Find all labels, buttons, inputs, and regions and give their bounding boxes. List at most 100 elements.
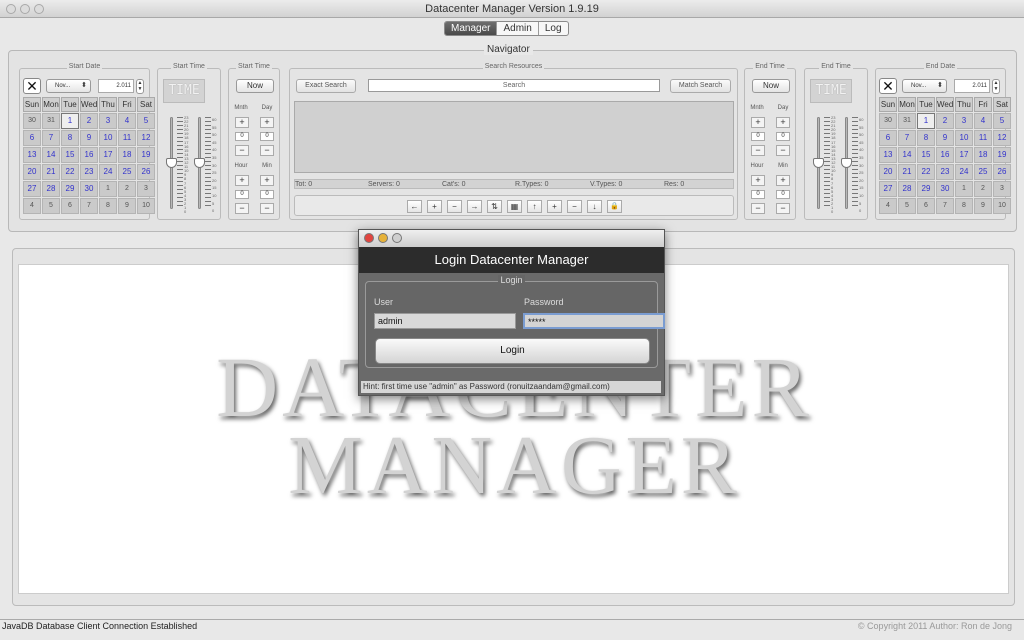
end-hour-minus[interactable]: − [751,203,765,214]
calendar-day[interactable]: 10 [993,198,1011,214]
end-mnth-minus[interactable]: − [751,145,765,156]
calendar-day[interactable]: 26 [137,164,155,180]
tab-admin[interactable]: Admin [497,22,539,35]
calendar-day[interactable]: 6 [879,130,897,146]
end-day-field[interactable]: 0 [776,132,790,141]
arrow-down-icon[interactable]: ↓ [587,200,602,213]
swap-icon[interactable]: ⇅ [487,200,502,213]
end-year-field[interactable]: 2.011 [954,79,990,93]
exact-search-button[interactable]: Exact Search [296,79,356,93]
dialog-close-button[interactable] [364,233,374,243]
end-hour-plus[interactable]: + [751,175,765,186]
calendar-day[interactable]: 3 [137,181,155,197]
calendar-day[interactable]: 5 [993,113,1011,129]
calendar-day[interactable]: 29 [61,181,79,197]
calendar-day[interactable]: 10 [955,130,973,146]
calendar-day[interactable]: 1 [955,181,973,197]
calendar-day[interactable]: 7 [898,130,916,146]
start-hour-field[interactable]: 0 [235,190,249,199]
calendar-day[interactable]: 9 [80,130,98,146]
start-minute-slider[interactable] [194,117,205,209]
end-year-spinner[interactable]: ▲ ▼ [992,79,1000,94]
calendar-day[interactable]: 30 [936,181,954,197]
end-day-plus[interactable]: + [776,117,790,128]
arrow-up-icon[interactable]: ↑ [527,200,542,213]
user-input[interactable]: admin [374,313,516,329]
calendar-day[interactable]: 19 [993,147,1011,163]
calendar-day[interactable]: 28 [42,181,60,197]
end-hour-field[interactable]: 0 [751,190,765,199]
start-month-select[interactable]: Nov... [46,79,91,93]
calendar-day[interactable]: 8 [955,198,973,214]
calendar-day[interactable]: 30 [80,181,98,197]
calendar-day[interactable]: 30 [879,113,897,129]
dialog-minimize-button[interactable] [378,233,388,243]
calendar-day[interactable]: 6 [917,198,935,214]
calendar-day[interactable]: 5 [898,198,916,214]
calendar-day[interactable]: 22 [61,164,79,180]
calendar-day[interactable]: 7 [80,198,98,214]
grid-icon[interactable]: ▦ [507,200,522,213]
start-min-minus[interactable]: − [260,203,274,214]
calendar-day[interactable]: 9 [118,198,136,214]
calendar-day[interactable]: 15 [917,147,935,163]
calendar-day[interactable]: 21 [898,164,916,180]
calendar-day[interactable]: 23 [80,164,98,180]
clear-end-date-button[interactable]: ✕ [879,78,897,94]
calendar-day[interactable]: 2 [974,181,992,197]
calendar-day[interactable]: 2 [936,113,954,129]
calendar-day[interactable]: 24 [99,164,117,180]
calendar-day[interactable]: 8 [61,130,79,146]
calendar-day[interactable]: 5 [137,113,155,129]
calendar-day[interactable]: 11 [974,130,992,146]
end-mnth-field[interactable]: 0 [751,132,765,141]
calendar-day[interactable]: 14 [898,147,916,163]
calendar-day[interactable]: 3 [99,113,117,129]
calendar-day[interactable]: 3 [955,113,973,129]
calendar-day[interactable]: 13 [23,147,41,163]
slider-knob[interactable] [166,158,177,168]
start-hour-minus[interactable]: − [235,203,249,214]
minus-icon[interactable]: − [567,200,582,213]
calendar-day[interactable]: 2 [118,181,136,197]
tab-log[interactable]: Log [539,22,568,35]
calendar-day[interactable]: 10 [137,198,155,214]
calendar-day[interactable]: 17 [955,147,973,163]
calendar-day[interactable]: 4 [974,113,992,129]
calendar-day[interactable]: 13 [879,147,897,163]
plus-icon[interactable]: + [427,200,442,213]
calendar-day[interactable]: 27 [879,181,897,197]
arrow-left-icon[interactable]: ← [407,200,422,213]
end-mnth-plus[interactable]: + [751,117,765,128]
dialog-zoom-button[interactable] [392,233,402,243]
calendar-day[interactable]: 1 [99,181,117,197]
calendar-day[interactable]: 6 [61,198,79,214]
calendar-day[interactable]: 30 [23,113,41,129]
start-hour-plus[interactable]: + [235,175,249,186]
end-now-button[interactable]: Now [752,79,790,93]
calendar-day[interactable]: 15 [61,147,79,163]
calendar-day[interactable]: 25 [118,164,136,180]
start-mnth-minus[interactable]: − [235,145,249,156]
end-min-minus[interactable]: − [776,203,790,214]
start-year-spinner[interactable]: ▲ ▼ [136,79,144,94]
calendar-day[interactable]: 31 [42,113,60,129]
calendar-day[interactable]: 9 [936,130,954,146]
end-min-plus[interactable]: + [776,175,790,186]
calendar-day[interactable]: 10 [99,130,117,146]
calendar-day[interactable]: 2 [80,113,98,129]
lock-icon[interactable]: 🔒 [607,200,622,213]
calendar-day[interactable]: 4 [118,113,136,129]
calendar-day[interactable]: 7 [936,198,954,214]
end-hour-slider[interactable] [813,117,824,209]
calendar-day[interactable]: 28 [898,181,916,197]
start-hour-slider[interactable] [166,117,177,209]
slider-knob[interactable] [194,158,205,168]
end-day-minus[interactable]: − [776,145,790,156]
start-year-field[interactable]: 2.011 [98,79,134,93]
clear-start-date-button[interactable]: ✕ [23,78,41,94]
calendar-day[interactable]: 17 [99,147,117,163]
calendar-day[interactable]: 8 [917,130,935,146]
calendar-day[interactable]: 21 [42,164,60,180]
calendar-day[interactable]: 12 [137,130,155,146]
